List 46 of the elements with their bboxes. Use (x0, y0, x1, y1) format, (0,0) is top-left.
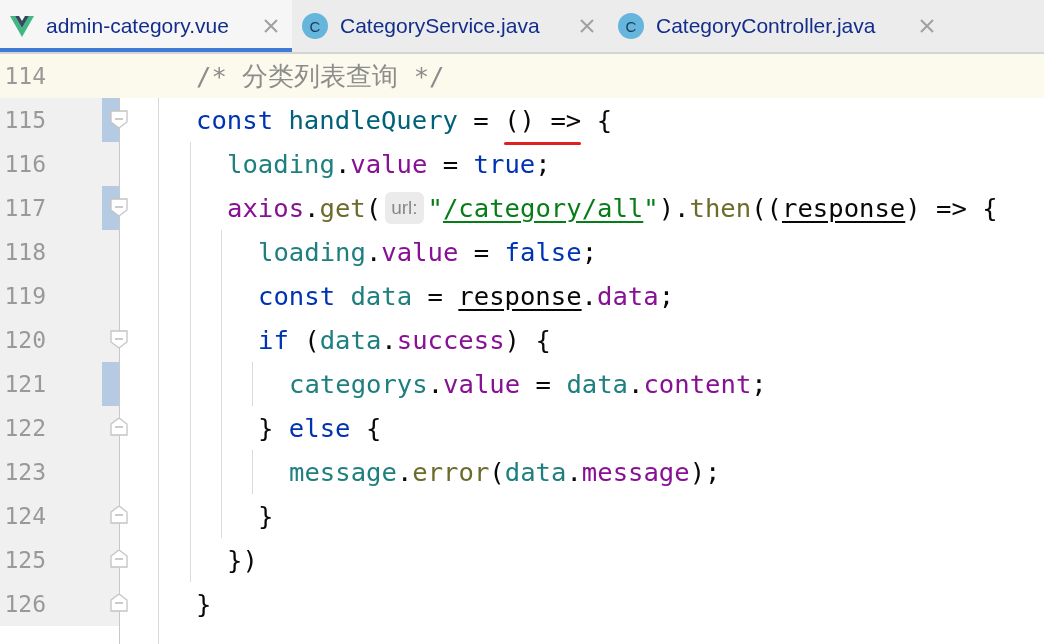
line-number: 126 (3, 589, 46, 619)
fold-marker-icon[interactable] (110, 330, 128, 349)
line-number: 123 (3, 457, 46, 487)
line-number: 120 (3, 325, 46, 355)
fold-marker-icon[interactable] (110, 506, 128, 525)
code-text: loading.value = true; (227, 147, 551, 181)
line-number: 122 (3, 413, 46, 443)
code-text: "/category/all").then((response) => { (427, 191, 998, 225)
line-number: 115 (3, 105, 46, 135)
code-text: const data = response.data; (258, 279, 675, 313)
code-text: { (595, 103, 613, 137)
code-text: /* 分类列表查询 */ (196, 59, 445, 93)
class-icon: C (618, 13, 644, 39)
fold-marker-icon[interactable] (110, 594, 128, 613)
code-text: const handleQuery = (196, 103, 490, 137)
line-number: 125 (3, 545, 46, 575)
editor-tab[interactable]: C CategoryController.java (608, 0, 948, 52)
v-logo-icon (10, 15, 34, 37)
close-icon[interactable] (918, 17, 936, 35)
fold-marker-icon[interactable] (110, 110, 128, 129)
editor-tab[interactable]: C CategoryService.java (292, 0, 608, 52)
code-text: axios.get( (227, 191, 382, 225)
fold-marker-icon[interactable] (110, 550, 128, 569)
line-number: 121 (3, 369, 46, 399)
close-icon[interactable] (262, 17, 280, 35)
close-icon[interactable] (578, 17, 596, 35)
line-number: 118 (3, 237, 46, 267)
code-text: } (258, 499, 274, 533)
code-text: } else { (258, 411, 382, 445)
line-number: 117 (3, 193, 46, 223)
line-number: 114 (3, 61, 46, 91)
class-icon: C (302, 13, 328, 39)
fold-marker-icon[interactable] (110, 198, 128, 217)
editor-tab[interactable]: admin-category.vue (0, 0, 292, 52)
code-text: loading.value = false; (258, 235, 598, 269)
code-text: message.error(data.message); (289, 455, 721, 489)
fold-marker-icon[interactable] (110, 418, 128, 437)
code-text: () => (504, 103, 582, 137)
code-text: }) (227, 543, 258, 577)
code-text: categorys.value = data.content; (289, 367, 767, 401)
parameter-hint: url: (385, 191, 424, 225)
line-number: 124 (3, 501, 46, 531)
line-number: 116 (3, 149, 46, 179)
code-text: if (data.success) { (258, 323, 551, 357)
line-number: 119 (3, 281, 46, 311)
code-text: } (196, 587, 212, 621)
